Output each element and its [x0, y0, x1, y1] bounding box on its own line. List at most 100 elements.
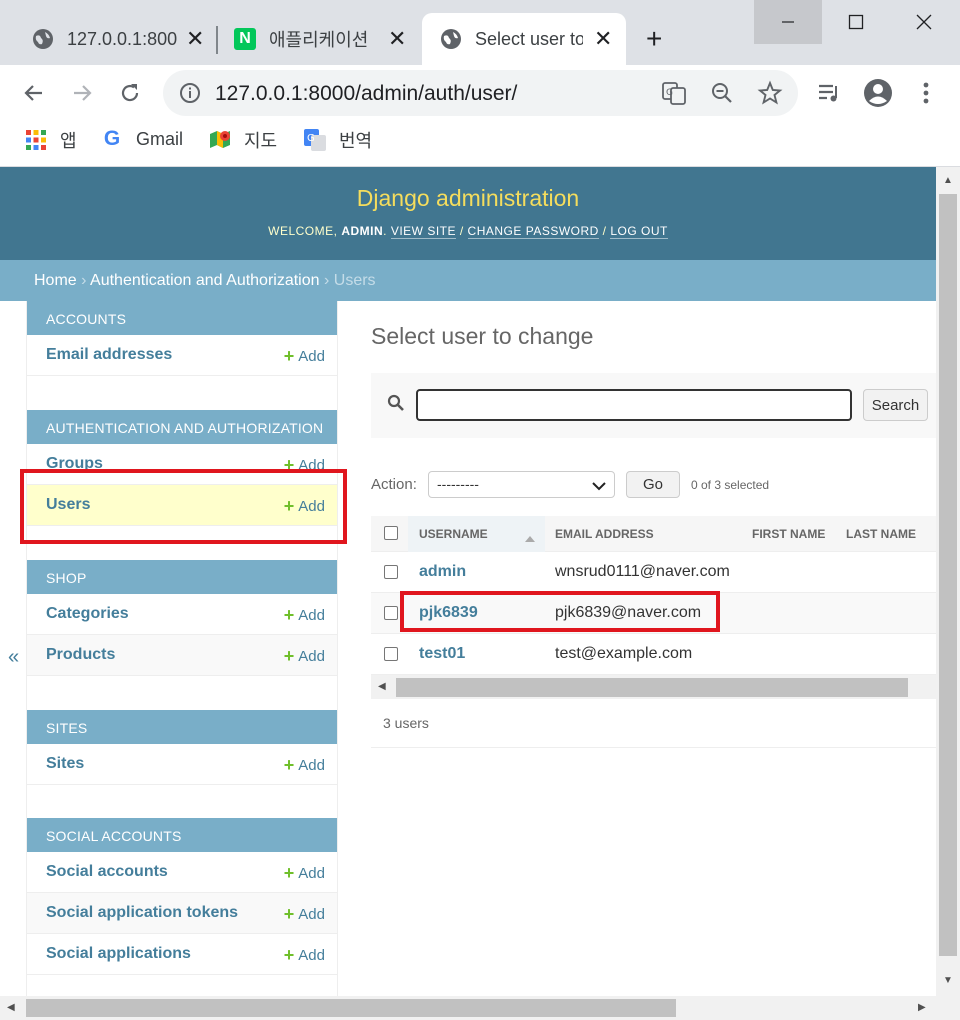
address-bar[interactable]: 127.0.0.1:8000/admin/auth/user/ G	[163, 70, 798, 116]
model-link[interactable]: Categories	[46, 605, 129, 623]
minimize-window-button[interactable]	[754, 0, 822, 44]
page-vertical-scrollbar[interactable]: ▲ ▼	[936, 167, 960, 996]
add-link[interactable]: + Add	[284, 606, 325, 624]
add-link[interactable]: + Add	[284, 347, 325, 365]
change-password-link[interactable]: Change password	[467, 224, 599, 239]
bookmark-maps[interactable]: 지도	[208, 127, 277, 153]
username-link[interactable]: admin	[419, 563, 466, 581]
close-window-button[interactable]	[890, 0, 958, 44]
module-accounts: Accounts Email addresses + Add	[27, 301, 337, 376]
plus-icon: +	[283, 904, 295, 924]
sidebar-item-social-application-tokens[interactable]: Social application tokens + Add	[27, 893, 337, 934]
sidebar-item-social-accounts[interactable]: Social accounts + Add	[27, 852, 337, 893]
browser-toolbar: 127.0.0.1:8000/admin/auth/user/ G	[0, 65, 960, 121]
scrollbar-thumb[interactable]	[939, 194, 957, 956]
module-shop: Shop Categories + Add Products + Add	[27, 560, 337, 676]
browser-tab-2[interactable]: N 애플리케이션 ✕	[222, 13, 418, 65]
result-count: 3 users	[383, 715, 429, 731]
scroll-left-arrow-icon[interactable]: ◀	[378, 681, 386, 692]
column-header-first-name[interactable]: First name	[752, 527, 825, 541]
module-caption[interactable]: Shop	[27, 560, 337, 594]
close-tab-icon[interactable]: ✕	[594, 28, 612, 50]
action-select[interactable]: ---------	[428, 471, 615, 498]
admin-header: Django administration Welcome, admin. Vi…	[0, 167, 936, 260]
scroll-up-arrow-icon[interactable]: ▲	[943, 175, 953, 186]
menu-button[interactable]	[910, 77, 942, 109]
page-horizontal-scrollbar[interactable]: ◀ ▶	[0, 996, 960, 1020]
model-link[interactable]: Products	[46, 646, 115, 664]
search-input[interactable]	[416, 389, 852, 421]
zoom-out-icon[interactable]	[710, 81, 734, 110]
sort-ascending-icon[interactable]	[525, 530, 535, 548]
breadcrumb-home[interactable]: Home	[34, 272, 77, 289]
add-link[interactable]: + Add	[284, 756, 325, 774]
username-link[interactable]: test01	[419, 645, 465, 663]
close-tab-icon[interactable]: ✕	[388, 28, 406, 50]
add-link[interactable]: + Add	[284, 864, 325, 882]
column-header-email[interactable]: Email address	[555, 527, 654, 541]
scrollbar-thumb[interactable]	[396, 678, 908, 697]
site-branding[interactable]: Django administration	[0, 185, 936, 212]
row-checkbox[interactable]	[384, 647, 398, 661]
breadcrumb-app[interactable]: Authentication and Authorization	[90, 272, 320, 289]
nav-toggle-strip: «	[0, 301, 27, 996]
scroll-right-arrow-icon[interactable]: ▶	[918, 1002, 926, 1013]
browser-tab-active[interactable]: Select user to ✕	[422, 13, 626, 65]
reload-icon	[121, 84, 139, 102]
translate-icon[interactable]: G	[661, 80, 687, 111]
email-cell: wnsrud0111@naver.com	[555, 563, 730, 580]
breadcrumb-current: Users	[333, 272, 376, 289]
search-icon	[387, 394, 405, 417]
close-tab-icon[interactable]: ✕	[186, 28, 204, 50]
sidebar-item-sites[interactable]: Sites + Add	[27, 744, 337, 785]
google-icon: G	[103, 127, 121, 150]
module-caption[interactable]: Accounts	[27, 301, 337, 335]
model-link[interactable]: Email addresses	[46, 346, 172, 364]
row-checkbox[interactable]	[384, 606, 398, 620]
model-link[interactable]: Social accounts	[46, 863, 168, 881]
view-site-link[interactable]: View site	[390, 224, 457, 239]
sidebar-item-products[interactable]: Products + Add	[27, 635, 337, 676]
url-text: 127.0.0.1:8000/admin/auth/user/	[215, 82, 518, 105]
maximize-window-button[interactable]	[822, 0, 890, 44]
bookmark-label: 번역	[339, 131, 373, 151]
select-all-checkbox[interactable]	[384, 526, 398, 540]
forward-button[interactable]	[66, 77, 98, 109]
sidebar-item-social-applications[interactable]: Social applications + Add	[27, 934, 337, 975]
bookmark-label: 지도	[244, 131, 278, 151]
new-tab-button[interactable]: +	[646, 25, 662, 53]
model-link[interactable]: Sites	[46, 755, 84, 773]
bookmark-gmail[interactable]: G Gmail	[100, 127, 183, 151]
scroll-left-arrow-icon[interactable]: ◀	[7, 1002, 15, 1013]
add-link[interactable]: + Add	[284, 647, 325, 665]
profile-button[interactable]	[862, 77, 894, 109]
scroll-down-arrow-icon[interactable]: ▼	[943, 975, 953, 986]
browser-tab-1[interactable]: 127.0.0.1:8000 ✕	[20, 13, 216, 65]
module-caption[interactable]: Social Accounts	[27, 818, 337, 852]
scrollbar-thumb[interactable]	[26, 999, 676, 1017]
table-horizontal-scrollbar[interactable]: ◀	[371, 675, 936, 699]
star-icon[interactable]	[757, 80, 783, 111]
bookmark-apps[interactable]: 앱	[24, 127, 77, 153]
column-header-username[interactable]: Username	[419, 527, 488, 541]
module-caption[interactable]: Authentication and Authorization	[27, 410, 337, 444]
sidebar-item-categories[interactable]: Categories + Add	[27, 594, 337, 635]
naver-icon: N	[234, 28, 256, 50]
reload-button[interactable]	[114, 77, 146, 109]
row-checkbox[interactable]	[384, 565, 398, 579]
add-link[interactable]: + Add	[284, 905, 325, 923]
log-out-link[interactable]: Log out	[610, 224, 668, 239]
module-caption[interactable]: Sites	[27, 710, 337, 744]
sidebar-item-email-addresses[interactable]: Email addresses + Add	[27, 335, 337, 376]
column-header-last-name[interactable]: Last name	[846, 527, 916, 541]
add-link[interactable]: + Add	[284, 946, 325, 964]
back-button[interactable]	[18, 77, 50, 109]
site-info-icon[interactable]	[179, 82, 201, 109]
model-link[interactable]: Social applications	[46, 945, 191, 963]
model-link[interactable]: Social application tokens	[46, 904, 238, 922]
reading-list-button[interactable]	[814, 77, 846, 109]
go-button[interactable]: Go	[626, 471, 680, 498]
search-button[interactable]: Search	[863, 389, 928, 421]
bookmark-translate[interactable]: G 번역	[303, 127, 372, 153]
toggle-nav-sidebar-button[interactable]: «	[8, 646, 19, 669]
